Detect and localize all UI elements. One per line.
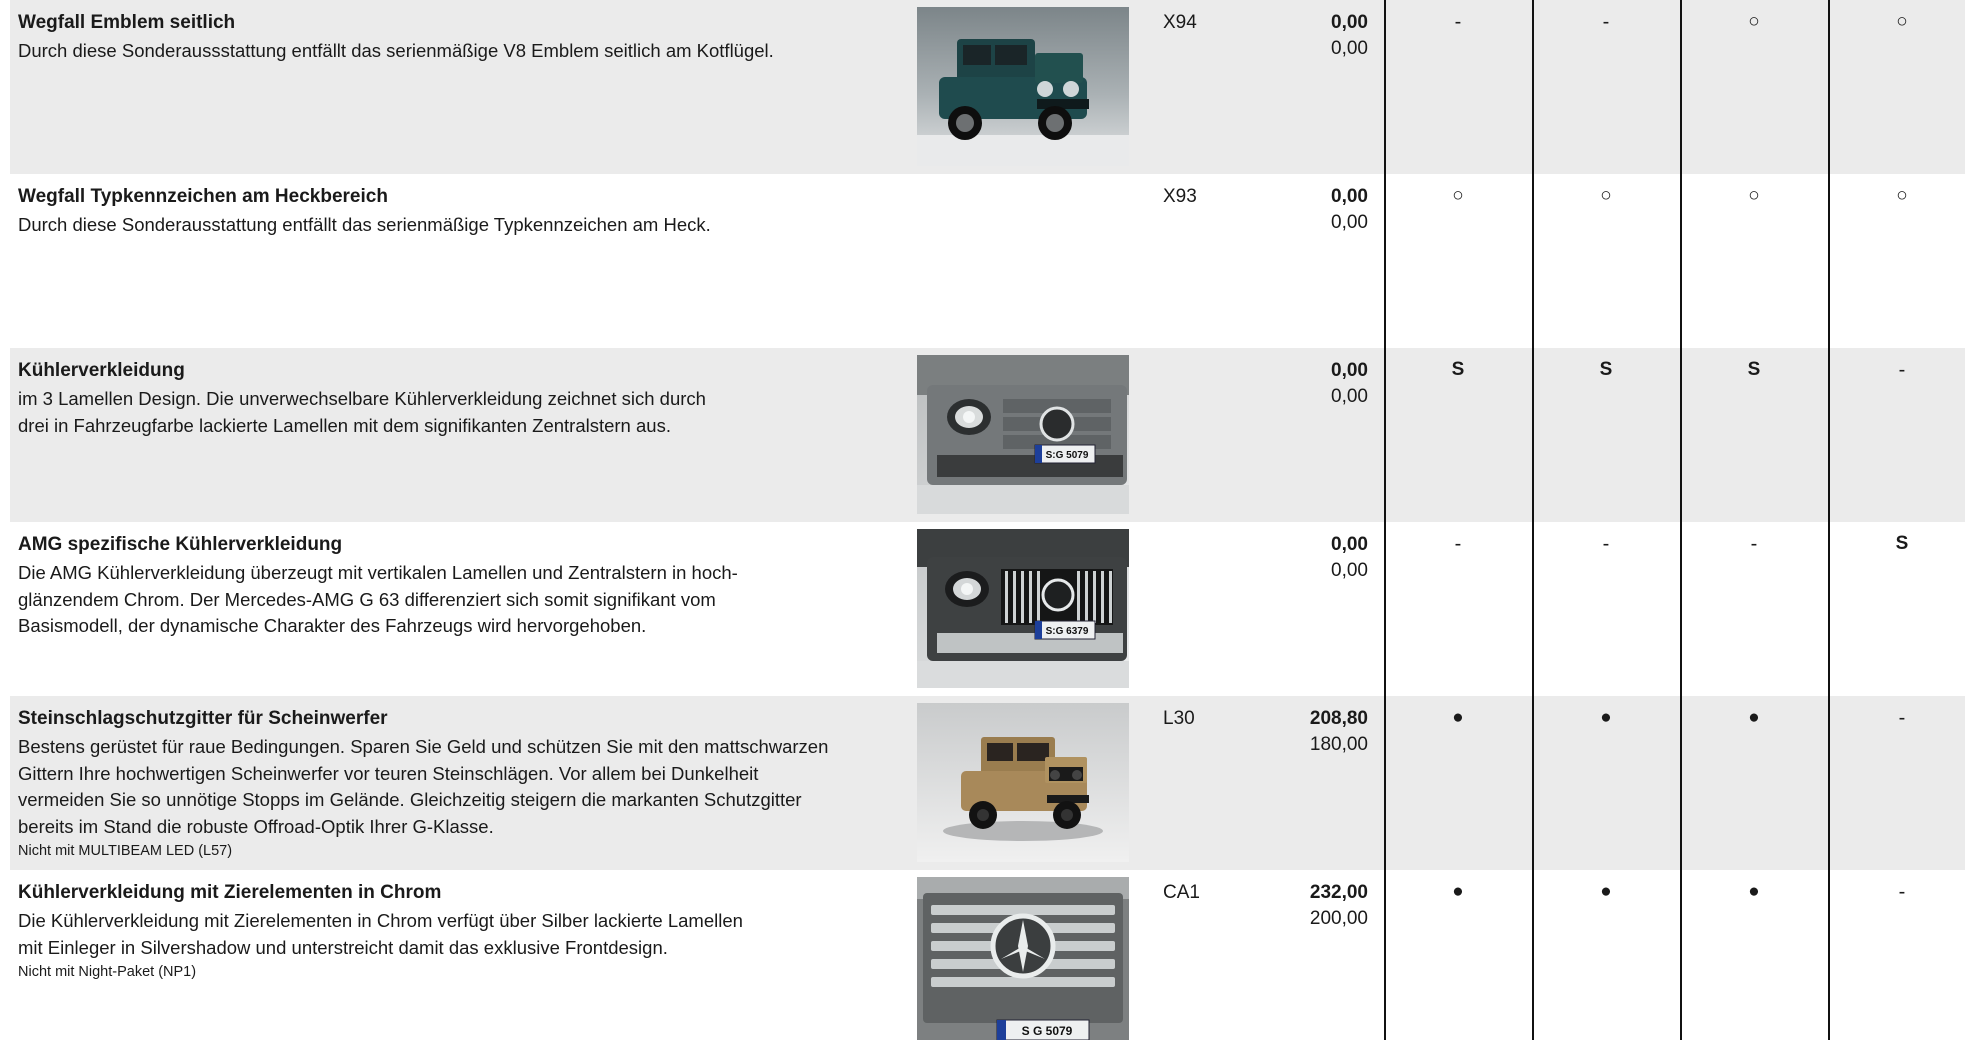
option-row: AMG spezifische Kühlerverkleidung Die AM… [10, 522, 1965, 696]
option-image [917, 7, 1129, 166]
description-line: glänzendem Chrom. Der Mercedes-AMG G 63 … [18, 588, 716, 610]
option-row: Steinschlagschutzgitter für Scheinwerfer… [10, 696, 1965, 870]
description-line: Basismodell, der dynamische Charakter de… [18, 615, 647, 636]
price-net: 0,00 [1331, 560, 1368, 581]
option-table: Wegfall Emblem seitlich Durch diese Sond… [10, 0, 1965, 1040]
description-line: im 3 Lamellen Design. Die unverwechselba… [18, 388, 706, 409]
column-divider [1532, 0, 1534, 1040]
column-divider [1680, 0, 1682, 1040]
description-line: drei in Fahrzeugfarbe lackierte Lamellen… [18, 414, 671, 436]
availability-mark: ● [1452, 707, 1464, 728]
availability-mark: - [1750, 533, 1758, 555]
availability-mark: ● [1452, 881, 1464, 902]
price-net: 200,00 [1309, 908, 1368, 929]
price-net: 0,00 [1331, 212, 1368, 233]
option-image: S:G 5079 [917, 355, 1129, 514]
availability-mark: ● [1748, 881, 1760, 902]
price-net: 0,00 [1331, 386, 1368, 407]
option-code: CA1 [1163, 882, 1200, 903]
description-line: Gittern Ihre hochwertigen Scheinwerfer v… [18, 762, 759, 784]
description-line: vermeiden Sie so unnötige Stopps im Gelä… [18, 789, 802, 810]
description-line: Die Kühlerverkleidung mit Zierelementen … [18, 910, 743, 931]
option-title: Wegfall Emblem seitlich [18, 12, 236, 33]
availability-mark: - [1602, 533, 1610, 555]
availability-mark: - [1454, 11, 1462, 33]
option-row: Wegfall Typkennzeichen am Heckbereich Du… [10, 174, 1965, 348]
option-row: Kühlerverkleidung im 3 Lamellen Design. … [10, 348, 1965, 522]
description-line: Durch diese Sonderaussstattung entfällt … [18, 40, 774, 61]
price-gross: 208,80 [1309, 708, 1368, 729]
availability-mark: ○ [1452, 185, 1464, 206]
description-line: mit Einleger in Silvershadow und unterst… [18, 936, 668, 958]
option-row: Kühlerverkleidung mit Zierelementen in C… [10, 870, 1965, 1040]
availability-mark: S [1451, 359, 1465, 380]
option-title: Wegfall Typkennzeichen am Heckbereich [18, 186, 388, 207]
option-note: Nicht mit MULTIBEAM LED (L57) [18, 843, 233, 859]
option-description: Die AMG Kühlerverkleidung überzeugt mit … [18, 560, 738, 640]
availability-mark: ○ [1748, 185, 1760, 206]
availability-mark: - [1898, 881, 1906, 903]
availability-mark: ● [1600, 881, 1612, 902]
option-title: AMG spezifische Kühlerverkleidung [18, 534, 343, 555]
description-line: Durch diese Sonderausstattung entfällt d… [18, 214, 711, 235]
option-code: L30 [1163, 708, 1195, 729]
option-title: Steinschlagschutzgitter für Scheinwerfer [18, 708, 388, 729]
availability-mark: ○ [1896, 11, 1908, 32]
option-description: Bestens gerüstet für raue Bedingungen. S… [18, 734, 828, 861]
availability-mark: ○ [1748, 11, 1760, 32]
availability-mark: - [1898, 707, 1906, 729]
description-line: bereits im Stand die robuste Offroad-Opt… [18, 815, 494, 837]
availability-mark: ● [1748, 707, 1760, 728]
option-description: Durch diese Sonderausstattung entfällt d… [18, 212, 711, 239]
option-image: S:G 6379 [917, 529, 1129, 688]
availability-mark: ● [1600, 707, 1612, 728]
option-title: Kühlerverkleidung [18, 360, 185, 381]
option-image [917, 703, 1129, 862]
option-description: im 3 Lamellen Design. Die unverwechselba… [18, 386, 706, 439]
availability-mark: S [1895, 533, 1909, 554]
column-divider [1828, 0, 1830, 1040]
availability-mark: - [1898, 359, 1906, 381]
price-gross: 0,00 [1331, 534, 1368, 555]
availability-mark: ○ [1600, 185, 1612, 206]
availability-mark: - [1602, 11, 1610, 33]
license-plate-text: S:G 6379 [1046, 626, 1089, 637]
description-line: Die AMG Kühlerverkleidung überzeugt mit … [18, 562, 738, 583]
price-gross: 0,00 [1331, 12, 1368, 33]
availability-mark: ○ [1896, 185, 1908, 206]
option-title: Kühlerverkleidung mit Zierelementen in C… [18, 882, 442, 903]
price-net: 180,00 [1309, 734, 1368, 755]
availability-mark: - [1454, 533, 1462, 555]
option-image: S G 5079 [917, 877, 1129, 1040]
availability-mark: S [1599, 359, 1613, 380]
option-description: Die Kühlerverkleidung mit Zierelementen … [18, 908, 743, 982]
license-plate-text: S G 5079 [1022, 1024, 1073, 1038]
price-gross: 0,00 [1331, 186, 1368, 207]
description-line: Bestens gerüstet für raue Bedingungen. S… [18, 736, 829, 757]
price-net: 0,00 [1331, 38, 1368, 59]
option-note: Nicht mit Night-Paket (NP1) [18, 964, 197, 980]
option-row: Wegfall Emblem seitlich Durch diese Sond… [10, 0, 1965, 174]
price-gross: 232,00 [1309, 882, 1368, 903]
column-divider [1384, 0, 1386, 1040]
option-code: X93 [1163, 186, 1197, 207]
option-description: Durch diese Sonderaussstattung entfällt … [18, 38, 774, 65]
license-plate-text: S:G 5079 [1046, 450, 1089, 461]
availability-mark: S [1747, 359, 1761, 380]
price-gross: 0,00 [1331, 360, 1368, 381]
option-code: X94 [1163, 12, 1197, 33]
